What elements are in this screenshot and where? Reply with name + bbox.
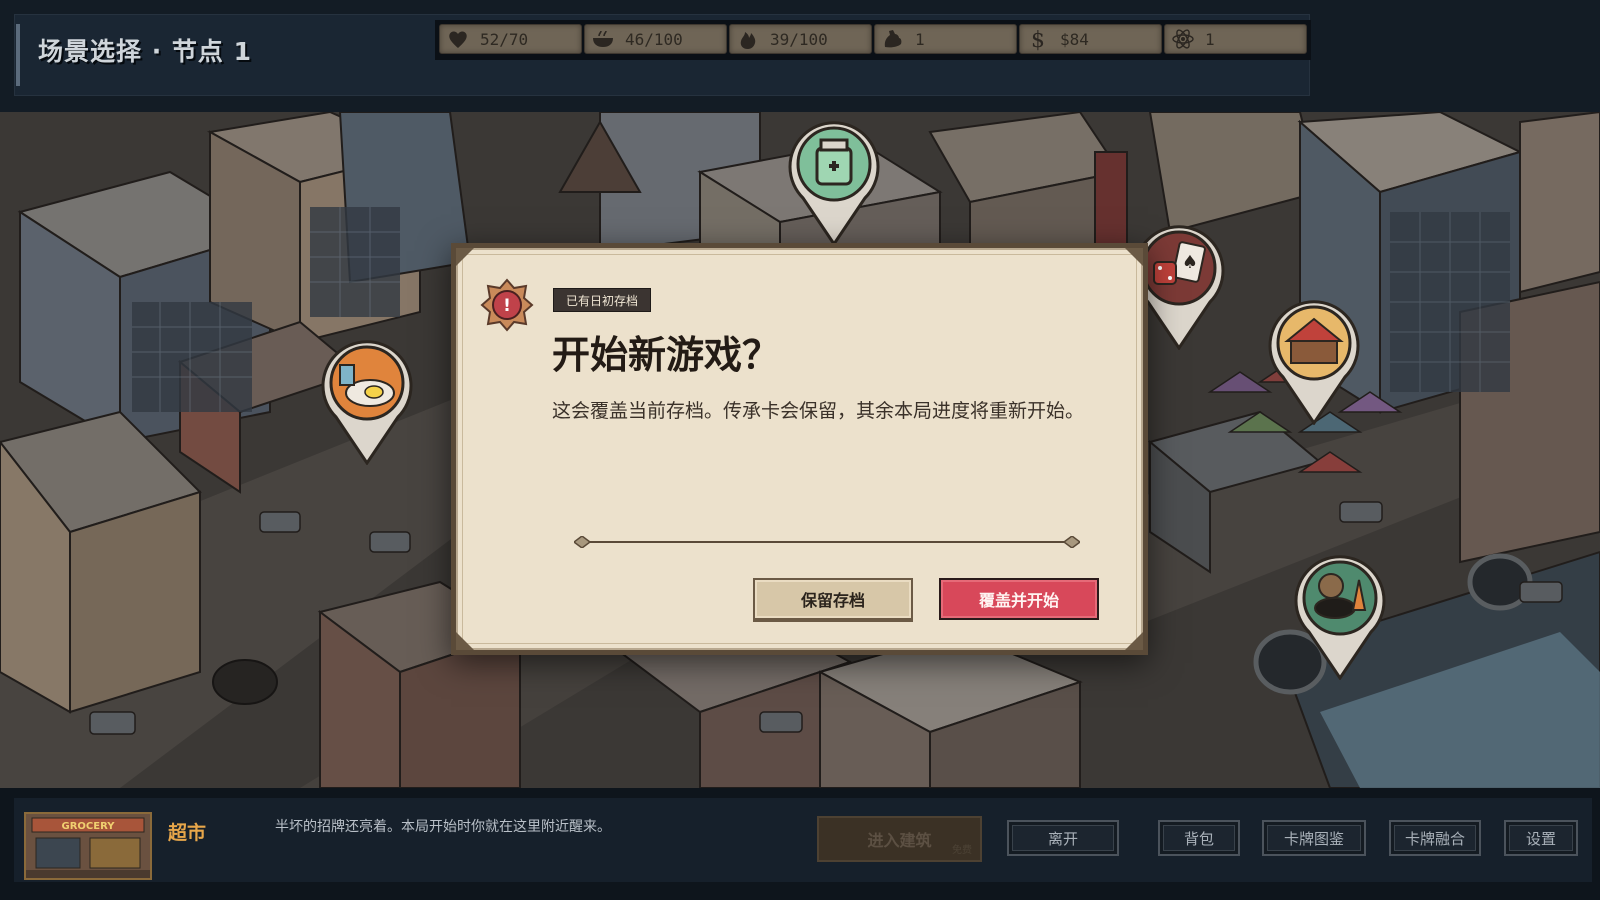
game-screen: 场景选择 · 节点 1 52/70 46/100 39/100 1 $ $84: [0, 0, 1600, 900]
stat-food-value: 46/100: [625, 29, 683, 49]
stat-warmth-value: 39/100: [770, 29, 828, 49]
scene-title: 场景选择 · 节点 1: [38, 37, 253, 66]
pin-market[interactable]: [1265, 297, 1363, 426]
location-description: 半坏的招牌还亮着。本局开始时你就在这里附近醒来。: [275, 819, 611, 835]
card-fusion-button[interactable]: 卡牌融合: [1389, 820, 1481, 856]
corner-ornament-icon: [1125, 632, 1143, 650]
location-name: 超市: [168, 822, 207, 844]
leave-button[interactable]: 离开: [1007, 820, 1119, 856]
stat-tech-value: 1: [1205, 29, 1215, 49]
enter-building-label: 进入建筑: [867, 831, 932, 850]
corner-ornament-icon: [1125, 248, 1143, 266]
stat-warmth: 39/100: [729, 24, 872, 54]
existing-save-badge: 已有日初存档: [553, 288, 652, 312]
new-game-dialog: ! 已有日初存档 开始新游戏？ 这会覆盖当前存档。传承卡会保留，其余本局进度将重…: [451, 243, 1148, 655]
card-codex-button[interactable]: 卡牌图鉴: [1262, 820, 1366, 856]
stat-strength-value: 1: [915, 29, 925, 49]
top-bar: 场景选择 · 节点 1 52/70 46/100 39/100 1 $ $84: [0, 0, 1600, 112]
heart-icon: [449, 31, 467, 48]
pin-diner[interactable]: [318, 337, 416, 466]
stat-health: 52/70: [439, 24, 582, 54]
meal-plate-icon: [321, 340, 413, 466]
warning-icon: !: [480, 278, 534, 332]
grocery-sign-text: GROCERY: [62, 821, 116, 832]
overwrite-start-button[interactable]: 覆盖并开始: [939, 578, 1099, 620]
muscle-icon: [884, 30, 902, 48]
corner-ornament-icon: [456, 632, 474, 650]
manhole-cone-icon: [1294, 555, 1386, 681]
grocery-store-image: GROCERY: [26, 814, 150, 878]
svg-text:♠: ♠: [1182, 252, 1198, 273]
dialog-title: 开始新游戏？: [552, 332, 781, 377]
atom-icon: [1172, 29, 1194, 49]
title-accent-bar: [16, 24, 20, 86]
enter-building-cost: 免费: [952, 845, 972, 856]
stat-health-value: 52/70: [480, 29, 529, 49]
location-thumbnail: GROCERY: [24, 812, 152, 880]
settings-button[interactable]: 设置: [1504, 820, 1578, 856]
backpack-button[interactable]: 背包: [1158, 820, 1240, 856]
stats-bar: 52/70 46/100 39/100 1 $ $84 1: [435, 20, 1311, 60]
stat-money-value: $84: [1060, 29, 1089, 49]
market-tent-icon: [1268, 300, 1360, 426]
stat-tech: 1: [1164, 24, 1307, 54]
enter-building-button[interactable]: 进入建筑 免费: [817, 816, 982, 862]
pharmacy-pin-icon: [788, 121, 880, 247]
ornament-divider: [574, 536, 1080, 548]
stat-money: $ $84: [1019, 24, 1162, 54]
stat-strength: 1: [874, 24, 1017, 54]
food-bowl-icon: [593, 30, 613, 47]
pin-pharmacy[interactable]: [785, 118, 883, 247]
dialog-message: 这会覆盖当前存档。传承卡会保留，其余本局进度将重新开始。: [552, 400, 1085, 422]
flame-icon: [740, 32, 756, 49]
keep-save-button[interactable]: 保留存档: [753, 578, 913, 620]
svg-text:!: !: [503, 296, 511, 316]
corner-ornament-icon: [456, 248, 474, 266]
pin-sewer[interactable]: [1291, 552, 1389, 681]
stat-food: 46/100: [584, 24, 727, 54]
svg-text:$: $: [1031, 28, 1045, 51]
dollar-icon: $: [1031, 28, 1045, 51]
